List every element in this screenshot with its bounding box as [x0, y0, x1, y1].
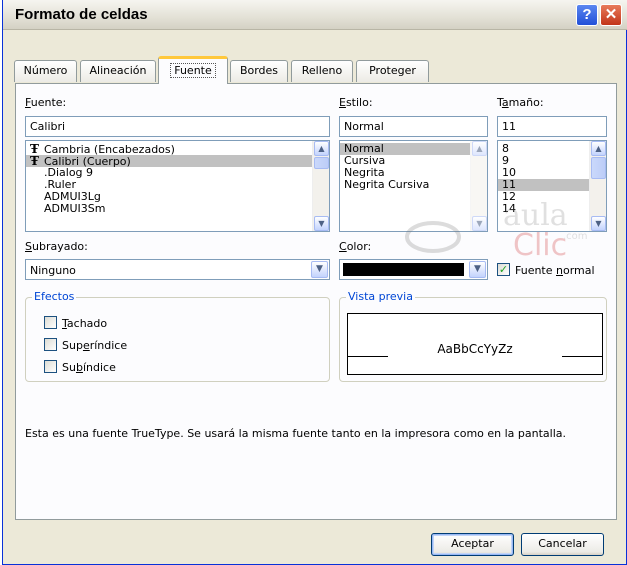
strikethrough-checkbox[interactable]	[44, 316, 57, 329]
font-list-scrollbar[interactable]: ▲ ▼	[312, 141, 329, 231]
size-input[interactable]: 11	[497, 116, 607, 137]
effects-title: Efectos	[32, 290, 77, 303]
list-item[interactable]: Negrita Cursiva	[340, 179, 487, 191]
subscript-label: Subíndice	[62, 361, 116, 374]
scroll-down-icon: ▼	[472, 216, 487, 231]
underline-select[interactable]: Ninguno ▼	[25, 259, 330, 280]
title-bar: Formato de celdas ? ✕	[3, 0, 627, 30]
scroll-down-icon[interactable]: ▼	[591, 216, 606, 231]
scroll-up-icon: ▲	[472, 141, 487, 156]
color-select[interactable]: ▼	[339, 259, 488, 280]
size-list[interactable]: 8 9 10 11 12 14 ▲ ▼	[497, 140, 607, 232]
chevron-down-icon[interactable]: ▼	[311, 261, 328, 278]
scroll-up-icon[interactable]: ▲	[591, 141, 606, 156]
style-label: Estilo:	[339, 96, 373, 109]
format-cells-dialog: Formato de celdas ? ✕ Número Alineación …	[2, 0, 627, 565]
superscript-label: Superíndice	[62, 339, 128, 352]
tab-alineacion[interactable]: Alineación	[80, 60, 156, 82]
subscript-checkbox[interactable]	[44, 360, 57, 373]
size-list-scrollbar[interactable]: ▲ ▼	[589, 141, 606, 231]
underline-label: Subrayado:	[25, 240, 88, 253]
scroll-up-icon[interactable]: ▲	[314, 141, 329, 156]
tab-relleno[interactable]: Relleno	[291, 60, 353, 82]
cancel-button[interactable]: Cancelar	[521, 533, 604, 556]
accept-button[interactable]: Aceptar	[431, 533, 514, 556]
font-list[interactable]: Ŧ Cambria (Encabezados) Ŧ Calibri (Cuerpo)…	[25, 140, 330, 232]
preview-baseline-right	[562, 356, 602, 357]
tab-proteger[interactable]: Proteger	[356, 60, 429, 82]
font-input[interactable]: Calibri	[25, 116, 330, 137]
style-input[interactable]: Normal	[339, 116, 488, 137]
color-swatch	[343, 263, 464, 276]
size-label: Tamaño:	[497, 96, 544, 109]
preview-box: AaBbCcYyZz	[347, 313, 603, 375]
style-list-scrollbar: ▲ ▼	[470, 141, 487, 231]
color-label: Color:	[339, 240, 372, 253]
scroll-down-icon[interactable]: ▼	[314, 216, 329, 231]
close-button[interactable]: ✕	[600, 4, 622, 26]
font-label: Fuente:	[25, 96, 67, 109]
font-tab-panel: Fuente: Calibri Ŧ Cambria (Encabezados) Ŧ…	[15, 83, 617, 520]
list-item[interactable]: ADMUI3Sm	[26, 203, 329, 215]
scroll-thumb[interactable]	[314, 157, 329, 169]
preview-baseline-left	[348, 356, 388, 357]
truetype-icon: Ŧ	[30, 154, 39, 168]
tab-numero[interactable]: Número	[14, 60, 77, 82]
preview-sample-text: AaBbCcYyZz	[437, 342, 513, 356]
truetype-info-text: Esta es una fuente TrueType. Se usará la…	[25, 427, 567, 440]
chevron-down-icon[interactable]: ▼	[469, 261, 486, 278]
style-list[interactable]: Normal Cursiva Negrita Negrita Cursiva ▲…	[339, 140, 488, 232]
superscript-checkbox[interactable]	[44, 338, 57, 351]
tab-bordes[interactable]: Bordes	[230, 60, 288, 82]
strikethrough-label: Tachado	[62, 317, 108, 330]
preview-title: Vista previa	[346, 290, 415, 303]
scroll-thumb[interactable]	[591, 157, 606, 179]
list-item[interactable]: Ŧ Cambria (Encabezados)	[26, 143, 329, 156]
window-title: Formato de celdas	[15, 6, 148, 23]
help-button[interactable]: ?	[576, 4, 598, 26]
normal-font-label: Fuente normal	[515, 264, 595, 277]
normal-font-checkbox[interactable]: ✓	[497, 263, 510, 276]
tab-fuente[interactable]: Fuente	[158, 56, 228, 84]
